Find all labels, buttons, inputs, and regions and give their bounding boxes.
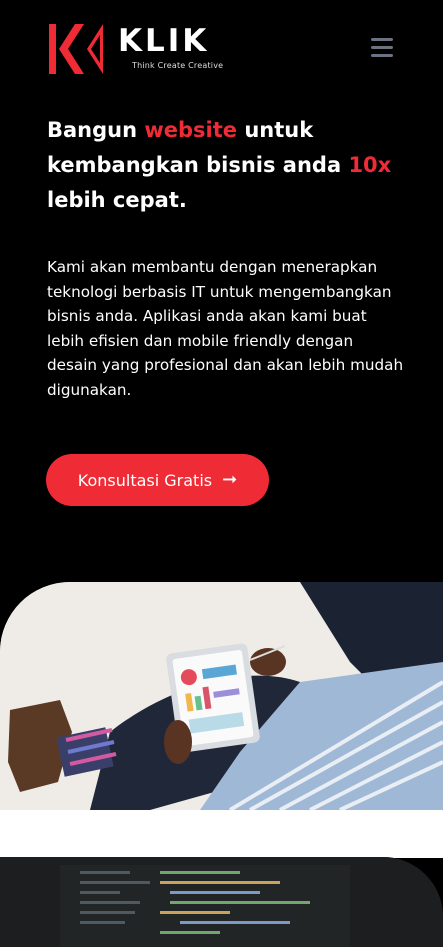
section-divider bbox=[0, 810, 443, 858]
hero-headline: Bangun website untuk kembangkan bisnis a… bbox=[47, 118, 392, 212]
klik-logo-mark-icon[interactable] bbox=[47, 22, 109, 76]
hero-photo-tablet-analytics bbox=[0, 582, 443, 810]
cta-label: Konsultasi Gratis bbox=[77, 470, 213, 490]
code-editor-photo bbox=[0, 857, 443, 947]
hero-description: Kami akan membantu dengan menerapkan tek… bbox=[47, 258, 404, 399]
site-header: KLIK Think Create Creative bbox=[0, 0, 443, 100]
brand-name[interactable]: KLIK bbox=[118, 26, 209, 57]
headline-accent-10x: 10x bbox=[348, 153, 392, 177]
consultation-cta-button[interactable]: Konsultasi Gratis ➞ bbox=[46, 454, 269, 506]
brand-tagline: Think Create Creative bbox=[132, 61, 224, 70]
headline-accent-website: website bbox=[144, 118, 238, 142]
arrow-right-icon: ➞ bbox=[222, 469, 238, 490]
hamburger-menu-icon[interactable] bbox=[371, 38, 393, 58]
